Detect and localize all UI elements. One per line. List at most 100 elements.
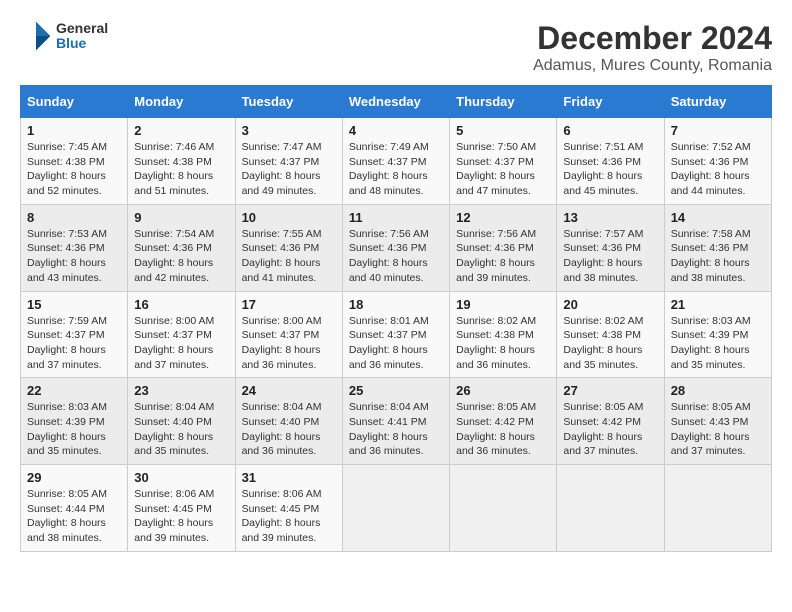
day-info: Sunrise: 8:02 AM Sunset: 4:38 PM Dayligh… [456,314,550,373]
day-info: Sunrise: 7:46 AM Sunset: 4:38 PM Dayligh… [134,140,228,199]
day-cell: 14 Sunrise: 7:58 AM Sunset: 4:36 PM Dayli… [664,204,771,291]
day-number: 5 [456,123,550,138]
day-cell: 26 Sunrise: 8:05 AM Sunset: 4:42 PM Dayli… [450,378,557,465]
day-number: 19 [456,297,550,312]
day-cell [342,465,449,552]
day-info: Sunrise: 8:04 AM Sunset: 4:40 PM Dayligh… [134,400,228,459]
day-cell: 4 Sunrise: 7:49 AM Sunset: 4:37 PM Daylig… [342,118,449,205]
day-number: 29 [27,470,121,485]
day-number: 14 [671,210,765,225]
day-info: Sunrise: 8:05 AM Sunset: 4:43 PM Dayligh… [671,400,765,459]
day-info: Sunrise: 8:06 AM Sunset: 4:45 PM Dayligh… [134,487,228,546]
header-saturday: Saturday [664,86,771,118]
week-row-3: 15 Sunrise: 7:59 AM Sunset: 4:37 PM Dayli… [21,291,772,378]
day-cell [557,465,664,552]
day-cell: 22Sunrise: 8:03 AM Sunset: 4:39 PM Dayli… [21,378,128,465]
day-number: 25 [349,383,443,398]
day-info: Sunrise: 8:05 AM Sunset: 4:42 PM Dayligh… [456,400,550,459]
day-cell: 11Sunrise: 7:56 AM Sunset: 4:36 PM Dayli… [342,204,449,291]
day-number: 26 [456,383,550,398]
day-number: 21 [671,297,765,312]
day-info: Sunrise: 7:52 AM Sunset: 4:36 PM Dayligh… [671,140,765,199]
day-cell: 30Sunrise: 8:06 AM Sunset: 4:45 PM Dayli… [128,465,235,552]
day-cell: 18 Sunrise: 8:01 AM Sunset: 4:37 PM Dayli… [342,291,449,378]
day-number: 15 [27,297,121,312]
header: General Blue December 2024 Adamus, Mures… [20,20,772,75]
day-cell: 2 Sunrise: 7:46 AM Sunset: 4:38 PM Daylig… [128,118,235,205]
day-cell: 15 Sunrise: 7:59 AM Sunset: 4:37 PM Dayli… [21,291,128,378]
day-info: Sunrise: 8:00 AM Sunset: 4:37 PM Dayligh… [134,314,228,373]
day-number: 12 [456,210,550,225]
title-section: December 2024 Adamus, Mures County, Roma… [533,20,772,75]
calendar: SundayMondayTuesdayWednesdayThursdayFrid… [20,85,772,552]
day-number: 28 [671,383,765,398]
day-info: Sunrise: 7:49 AM Sunset: 4:37 PM Dayligh… [349,140,443,199]
logo-general: General [56,21,108,36]
day-info: Sunrise: 7:47 AM Sunset: 4:37 PM Dayligh… [242,140,336,199]
day-cell: 25Sunrise: 8:04 AM Sunset: 4:41 PM Dayli… [342,378,449,465]
day-info: Sunrise: 8:05 AM Sunset: 4:44 PM Dayligh… [27,487,121,546]
day-cell [450,465,557,552]
day-info: Sunrise: 7:45 AM Sunset: 4:38 PM Dayligh… [27,140,121,199]
day-number: 23 [134,383,228,398]
logo-blue: Blue [56,36,108,51]
day-cell: 17 Sunrise: 8:00 AM Sunset: 4:37 PM Dayli… [235,291,342,378]
main-title: December 2024 [533,20,772,57]
day-cell: 1 Sunrise: 7:45 AM Sunset: 4:38 PM Daylig… [21,118,128,205]
day-number: 3 [242,123,336,138]
day-info: Sunrise: 7:55 AM Sunset: 4:36 PM Dayligh… [242,227,336,286]
day-info: Sunrise: 7:50 AM Sunset: 4:37 PM Dayligh… [456,140,550,199]
day-number: 22 [27,383,121,398]
week-row-4: 22Sunrise: 8:03 AM Sunset: 4:39 PM Dayli… [21,378,772,465]
day-info: Sunrise: 7:56 AM Sunset: 4:36 PM Dayligh… [456,227,550,286]
day-info: Sunrise: 7:59 AM Sunset: 4:37 PM Dayligh… [27,314,121,373]
day-info: Sunrise: 7:51 AM Sunset: 4:36 PM Dayligh… [563,140,657,199]
day-number: 16 [134,297,228,312]
header-thursday: Thursday [450,86,557,118]
header-tuesday: Tuesday [235,86,342,118]
logo-icon [20,20,52,52]
day-number: 7 [671,123,765,138]
day-info: Sunrise: 7:54 AM Sunset: 4:36 PM Dayligh… [134,227,228,286]
day-info: Sunrise: 7:57 AM Sunset: 4:36 PM Dayligh… [563,227,657,286]
day-number: 27 [563,383,657,398]
day-cell: 24Sunrise: 8:04 AM Sunset: 4:40 PM Dayli… [235,378,342,465]
day-info: Sunrise: 8:01 AM Sunset: 4:37 PM Dayligh… [349,314,443,373]
header-friday: Friday [557,86,664,118]
day-cell: 29 Sunrise: 8:05 AM Sunset: 4:44 PM Dayli… [21,465,128,552]
day-cell: 28 Sunrise: 8:05 AM Sunset: 4:43 PM Dayli… [664,378,771,465]
day-info: Sunrise: 8:05 AM Sunset: 4:42 PM Dayligh… [563,400,657,459]
day-cell: 13Sunrise: 7:57 AM Sunset: 4:36 PM Dayli… [557,204,664,291]
week-row-2: 8Sunrise: 7:53 AM Sunset: 4:36 PM Daylig… [21,204,772,291]
day-info: Sunrise: 8:06 AM Sunset: 4:45 PM Dayligh… [242,487,336,546]
day-info: Sunrise: 8:04 AM Sunset: 4:40 PM Dayligh… [242,400,336,459]
logo-text: General Blue [56,21,108,52]
day-number: 20 [563,297,657,312]
week-row-1: 1 Sunrise: 7:45 AM Sunset: 4:38 PM Daylig… [21,118,772,205]
day-info: Sunrise: 7:56 AM Sunset: 4:36 PM Dayligh… [349,227,443,286]
day-cell: 19 Sunrise: 8:02 AM Sunset: 4:38 PM Dayli… [450,291,557,378]
day-number: 9 [134,210,228,225]
day-number: 17 [242,297,336,312]
day-number: 2 [134,123,228,138]
day-number: 1 [27,123,121,138]
day-cell: 16 Sunrise: 8:00 AM Sunset: 4:37 PM Dayli… [128,291,235,378]
day-number: 4 [349,123,443,138]
day-cell: 6 Sunrise: 7:51 AM Sunset: 4:36 PM Daylig… [557,118,664,205]
day-info: Sunrise: 7:58 AM Sunset: 4:36 PM Dayligh… [671,227,765,286]
day-info: Sunrise: 8:00 AM Sunset: 4:37 PM Dayligh… [242,314,336,373]
calendar-header-row: SundayMondayTuesdayWednesdayThursdayFrid… [21,86,772,118]
day-cell: 7 Sunrise: 7:52 AM Sunset: 4:36 PM Daylig… [664,118,771,205]
day-info: Sunrise: 8:03 AM Sunset: 4:39 PM Dayligh… [671,314,765,373]
day-number: 31 [242,470,336,485]
day-info: Sunrise: 7:53 AM Sunset: 4:36 PM Dayligh… [27,227,121,286]
day-cell: 20Sunrise: 8:02 AM Sunset: 4:38 PM Dayli… [557,291,664,378]
day-number: 10 [242,210,336,225]
day-cell: 27 Sunrise: 8:05 AM Sunset: 4:42 PM Dayli… [557,378,664,465]
header-wednesday: Wednesday [342,86,449,118]
logo: General Blue [20,20,108,52]
day-cell: 31 Sunrise: 8:06 AM Sunset: 4:45 PM Dayli… [235,465,342,552]
day-number: 18 [349,297,443,312]
day-number: 6 [563,123,657,138]
day-cell: 3 Sunrise: 7:47 AM Sunset: 4:37 PM Daylig… [235,118,342,205]
